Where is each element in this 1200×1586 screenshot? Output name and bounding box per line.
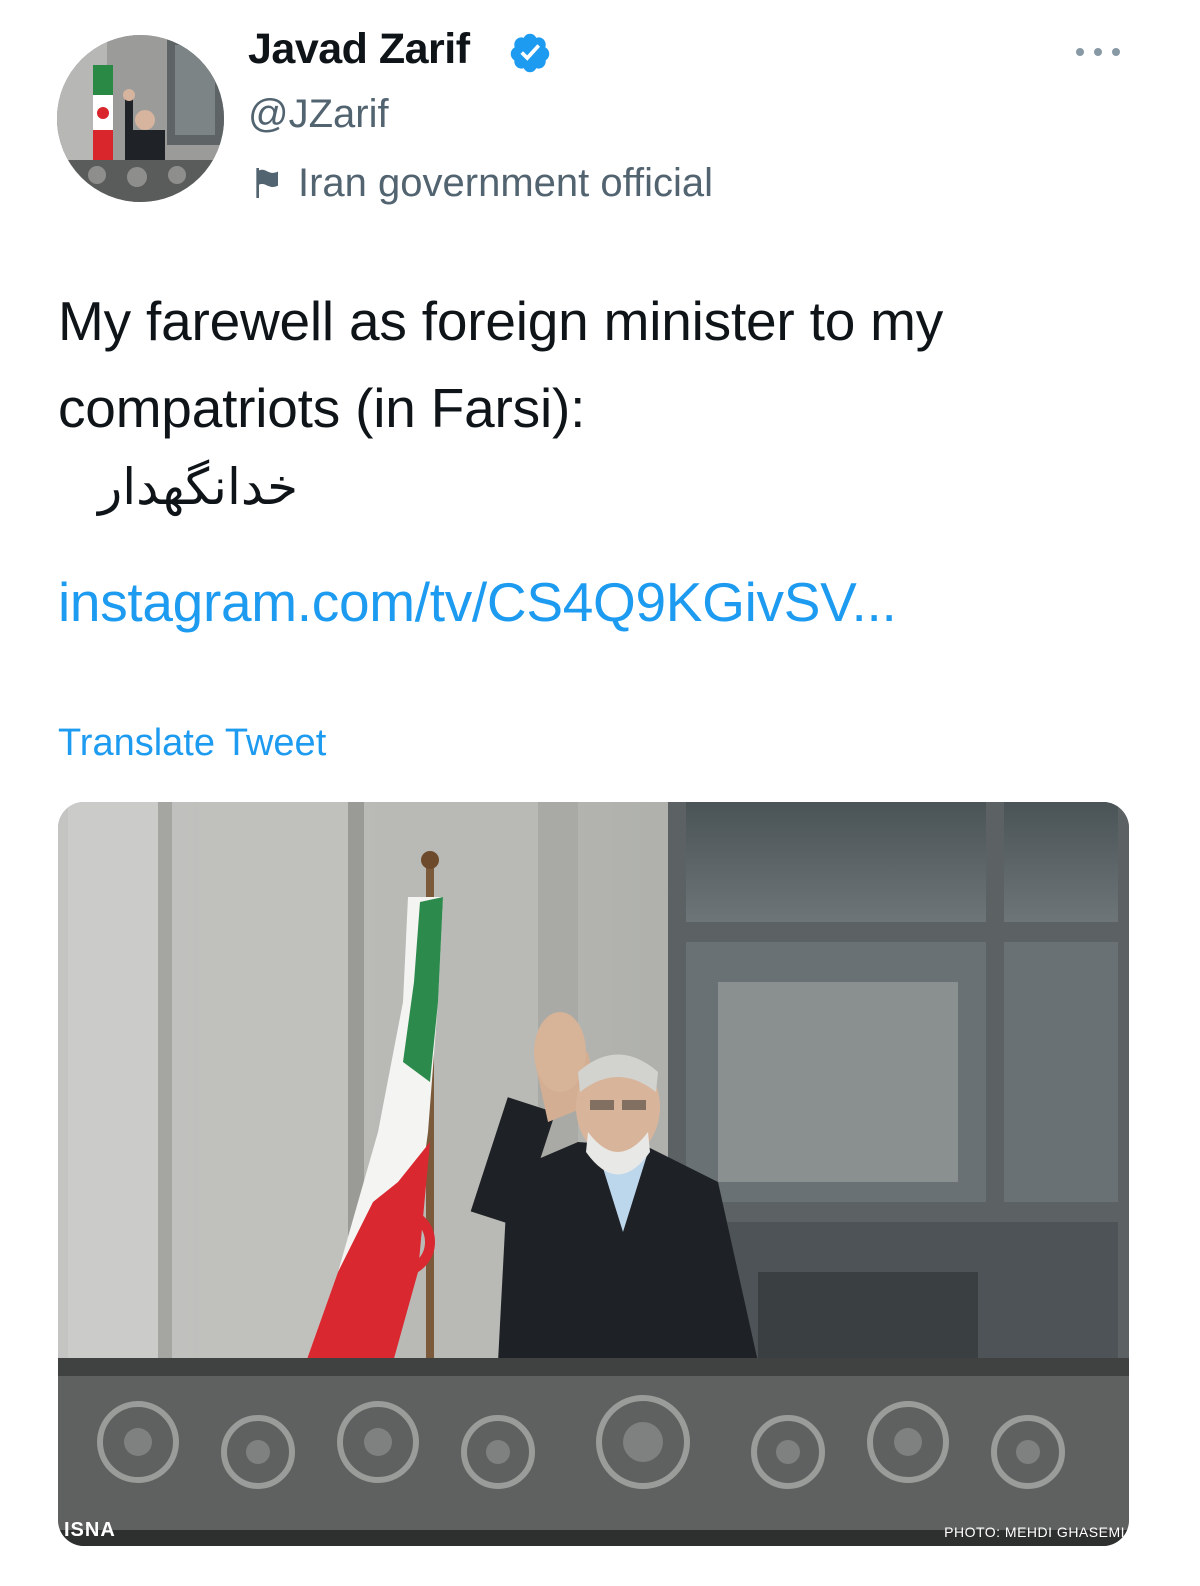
translate-tweet-button[interactable]: Translate Tweet bbox=[58, 722, 326, 765]
display-name[interactable]: Javad Zarif bbox=[248, 25, 470, 74]
tweet-card: Javad Zarif @JZarif Iran government offi… bbox=[0, 0, 1200, 1586]
government-label: Iran government official bbox=[298, 160, 714, 205]
user-handle[interactable]: @JZarif bbox=[248, 92, 389, 137]
verified-badge-icon bbox=[510, 33, 550, 73]
more-options-icon[interactable] bbox=[1070, 42, 1126, 62]
account-label: Iran government official bbox=[248, 158, 713, 208]
tweet-media-photo[interactable]: ISNA PHOTO: MEHDI GHASEMI bbox=[58, 802, 1129, 1546]
photo-credit-watermark: PHOTO: MEHDI GHASEMI bbox=[944, 1524, 1125, 1540]
avatar[interactable] bbox=[57, 35, 224, 202]
photo-agency-watermark: ISNA bbox=[64, 1519, 116, 1541]
flag-icon bbox=[256, 168, 278, 198]
tweet-text: My farewell as foreign minister to my co… bbox=[58, 290, 944, 439]
photo-illustration bbox=[58, 802, 1129, 1546]
tweet-farsi-text: خدانگهدار bbox=[98, 458, 298, 516]
tweet-link[interactable]: instagram.com/tv/CS4Q9KGivSV... bbox=[58, 570, 897, 634]
